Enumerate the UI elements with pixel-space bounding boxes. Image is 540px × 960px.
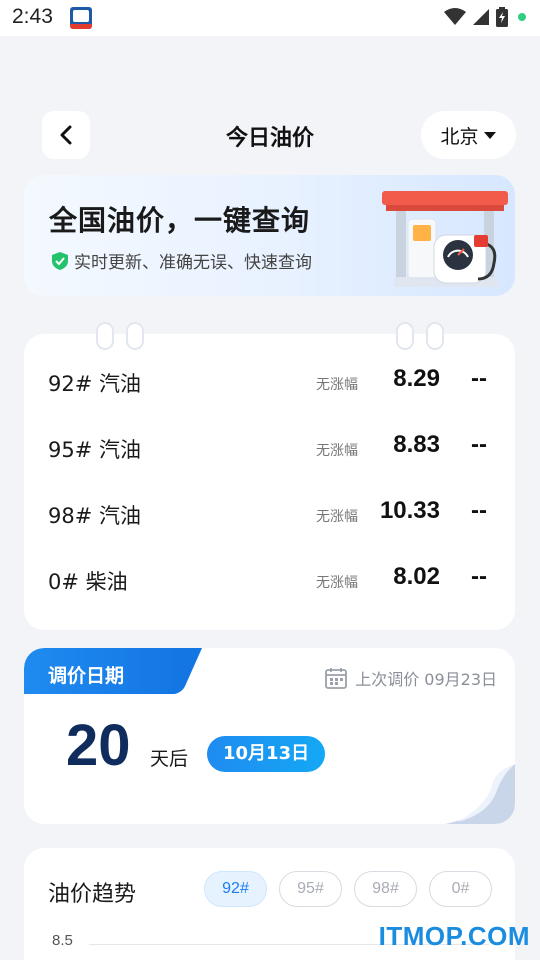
signal-icon <box>473 9 489 25</box>
banner-subtitle-row: 实时更新、准确无误、快速查询 <box>52 248 312 273</box>
wifi-icon <box>444 8 466 25</box>
banner-title: 全国油价，一键查询 <box>49 204 311 237</box>
last-adjust-text: 上次调价 09月23日 <box>355 670 497 689</box>
binder-ring <box>96 322 114 350</box>
next-adjust-date-badge: 10月13日 <box>207 736 326 772</box>
status-icons <box>444 7 526 27</box>
fuel-change: 无涨幅 <box>316 509 358 525</box>
battery-icon <box>496 7 508 27</box>
adjust-tab-label: 调价日期 <box>24 648 179 694</box>
fuel-name: 95# 汽油 <box>48 438 141 462</box>
fuel-trend: -- <box>471 497 487 524</box>
fuel-change: 无涨幅 <box>316 377 358 393</box>
fuel-name: 92# 汽油 <box>48 372 141 396</box>
fuel-price: 8.83 <box>393 431 440 458</box>
trend-tab-95[interactable]: 95# <box>279 871 342 907</box>
banner-subtitle: 实时更新、准确无误、快速查询 <box>74 253 312 273</box>
app-notification-icon <box>70 7 92 29</box>
calendar-icon <box>325 668 348 689</box>
binder-ring <box>396 322 414 350</box>
fuel-name: 0# 柴油 <box>48 570 128 594</box>
promo-banner: 全国油价，一键查询 实时更新、准确无误、快速查询 <box>24 175 515 296</box>
price-row: 0# 柴油 无涨幅 8.02 -- <box>24 560 515 600</box>
fuel-change: 无涨幅 <box>316 575 358 591</box>
fuel-trend: -- <box>471 365 487 392</box>
days-suffix: 天后 <box>150 748 189 770</box>
days-countdown: 20 <box>66 713 131 778</box>
trend-tab-92[interactable]: 92# <box>204 871 267 907</box>
y-axis-label: 8.5 <box>52 932 73 949</box>
fuel-change: 无涨幅 <box>316 443 358 459</box>
fuel-trend: -- <box>471 563 487 590</box>
status-bar: 2:43 <box>0 0 540 36</box>
page-curl-decoration <box>445 764 515 824</box>
notification-dot <box>518 13 526 21</box>
caret-down-icon <box>483 132 496 139</box>
price-row: 92# 汽油 无涨幅 8.29 -- <box>24 362 515 402</box>
last-adjust-row: 上次调价 09月23日 <box>325 666 497 690</box>
gas-station-illustration <box>382 191 508 287</box>
trend-tab-0[interactable]: 0# <box>429 871 492 907</box>
city-label: 北京 <box>440 125 479 148</box>
fuel-price: 8.29 <box>393 365 440 392</box>
fuel-trend: -- <box>471 431 487 458</box>
watermark: ITMOP.COM <box>378 921 530 951</box>
binder-ring <box>426 322 444 350</box>
fuel-price: 8.02 <box>393 563 440 590</box>
trend-tab-98[interactable]: 98# <box>354 871 417 907</box>
city-selector[interactable]: 北京 <box>421 111 516 159</box>
binder-ring <box>126 322 144 350</box>
price-row: 95# 汽油 无涨幅 8.83 -- <box>24 428 515 468</box>
adjust-date-card: 调价日期 上次调价 09月23日 20 天后 10月13日 <box>24 648 515 824</box>
trend-title: 油价趋势 <box>48 882 137 907</box>
fuel-name: 98# 汽油 <box>48 504 141 528</box>
price-row: 98# 汽油 无涨幅 10.33 -- <box>24 494 515 534</box>
fuel-price: 10.33 <box>379 497 440 524</box>
shield-check-icon <box>52 251 68 270</box>
status-time: 2:43 <box>12 5 53 28</box>
